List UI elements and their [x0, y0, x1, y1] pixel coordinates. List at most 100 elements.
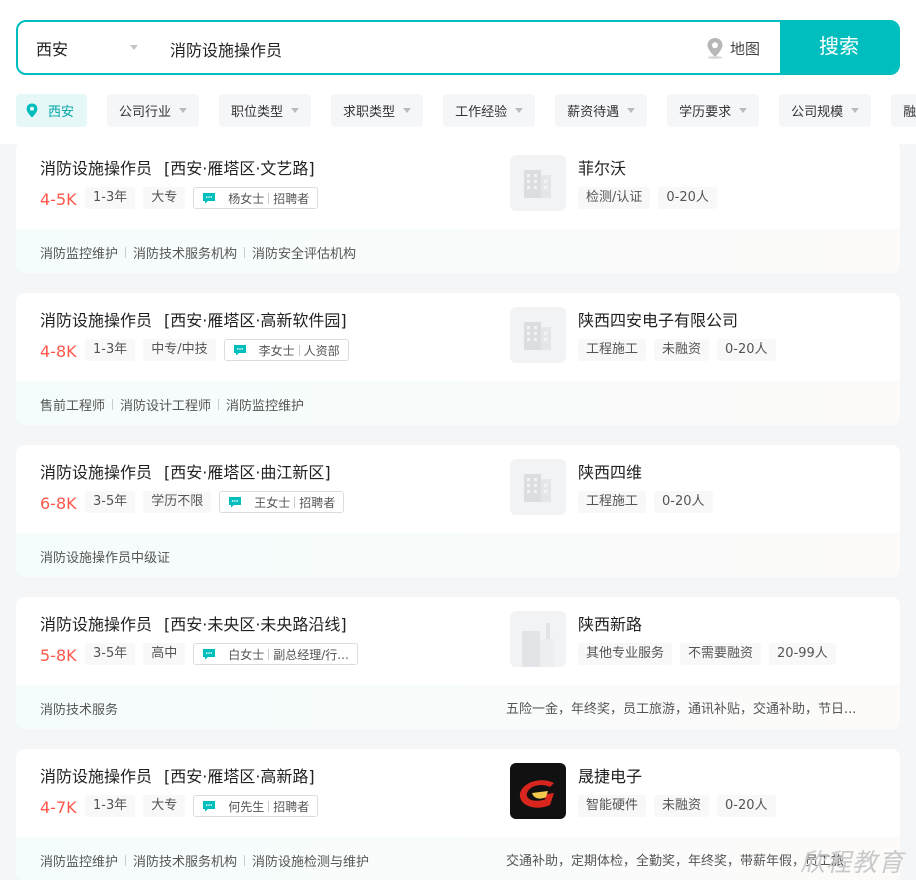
chat-icon [203, 193, 216, 204]
company-tag: 0-20人 [654, 491, 713, 513]
skill-tag: 消防技术服务机构 [133, 247, 238, 262]
chevron-down-icon [739, 108, 748, 113]
recruiter-role: 副总经理/行... [273, 647, 349, 662]
job-salary: 4-7K [40, 798, 77, 817]
recruiter-role: 招聘者 [273, 191, 310, 206]
job-title[interactable]: 消防设施操作员 [西安·未央区·未央路沿线] [40, 611, 347, 635]
experience-tag: 1-3年 [85, 795, 136, 817]
company-logo[interactable] [510, 307, 566, 363]
job-area: [西安·未央区·未央路沿线] [164, 615, 347, 634]
filter-label: 西安 [48, 105, 75, 120]
company-logo[interactable] [510, 459, 566, 515]
job-card-footer: 售前工程师 消防设计工程师 消防监控维护 [16, 381, 900, 425]
company-tag: 工程施工 [578, 491, 647, 513]
chat-icon [203, 801, 216, 812]
recruiter-name: 王女士 [254, 495, 291, 510]
company-logo-icon [510, 763, 566, 819]
separator [112, 399, 114, 410]
recruiter-chat[interactable]: 白女士 副总经理/行... [193, 643, 358, 665]
company-logo[interactable] [510, 611, 566, 667]
filter-chip[interactable]: 公司规模 [779, 94, 872, 127]
recruiter-name: 杨女士 [228, 191, 265, 206]
building-icon [524, 170, 551, 198]
filter-chip[interactable]: 公司行业 [107, 94, 200, 127]
separator [218, 399, 220, 410]
company-name[interactable]: 陕西四安电子有限公司 [578, 307, 738, 331]
job-card[interactable]: 消防设施操作员 [西安·雁塔区·高新路] 4-7K 1-3年 大专 何先生 招聘者 晟捷电子智… [16, 749, 900, 880]
search-header: 西安 消防设施操作员 地图 搜索 西安 公司行业 职位类型 求职类型 工作经验 薪资待遇学… [0, 0, 916, 144]
search-input[interactable]: 消防设施操作员 [170, 37, 282, 61]
company-tag: 20-99人 [769, 643, 836, 665]
job-title[interactable]: 消防设施操作员 [西安·雁塔区·曲江新区] [40, 459, 331, 483]
company-tag: 智能硬件 [578, 795, 647, 817]
company-name[interactable]: 菲尔沃 [578, 155, 626, 179]
job-card[interactable]: 消防设施操作员 [西安·雁塔区·文艺路] 4-5K 1-3年 大专 杨女士 招聘者 菲尔沃 检测… [16, 141, 900, 273]
map-button[interactable]: 地图 [706, 37, 760, 59]
company-tag: 其他专业服务 [578, 643, 673, 665]
degree-tag: 大专 [143, 795, 186, 817]
filter-label: 职位类型 [231, 105, 284, 120]
company-name[interactable]: 晟捷电子 [578, 763, 642, 787]
job-card[interactable]: 消防设施操作员 [西安·雁塔区·高新软件园] 4-8K 1-3年 中专/中技 李女士 人资部… [16, 293, 900, 425]
job-area: [西安·雁塔区·高新路] [164, 767, 315, 786]
company-name[interactable]: 陕西四维 [578, 459, 642, 483]
chat-icon [203, 649, 216, 660]
city-select[interactable]: 西安 [36, 36, 68, 60]
building-icon [524, 322, 551, 350]
job-name: 消防设施操作员 [40, 311, 153, 330]
job-card[interactable]: 消防设施操作员 [西安·雁塔区·曲江新区] 6-8K 3-5年 学历不限 王女士 招聘者 陕西… [16, 445, 900, 577]
location-icon [26, 103, 38, 118]
filter-chip[interactable]: 学历要求 [667, 94, 760, 127]
job-area: [西安·雁塔区·曲江新区] [164, 463, 331, 482]
separator [268, 648, 270, 660]
filter-chip[interactable]: 求职类型 [331, 94, 424, 127]
separator [294, 496, 296, 508]
skill-tag: 消防设计工程师 [120, 399, 212, 414]
company-logo[interactable] [510, 763, 566, 819]
filter-chip[interactable]: 职位类型 [219, 94, 312, 127]
filter-chip[interactable]: 工作经验 [443, 94, 536, 127]
recruiter-name: 白女士 [228, 647, 265, 662]
skill-tag: 消防安全评估机构 [252, 247, 357, 262]
recruiter-chat[interactable]: 李女士 人资部 [223, 339, 349, 361]
job-title[interactable]: 消防设施操作员 [西安·雁塔区·高新路] [40, 763, 315, 787]
recruiter-chat[interactable]: 杨女士 招聘者 [193, 187, 319, 209]
job-title[interactable]: 消防设施操作员 [西安·雁塔区·文艺路] [40, 155, 315, 179]
filter-chip[interactable]: 薪资待遇 [555, 94, 648, 127]
job-card-footer: 消防监控维护 消防技术服务机构 消防设施检测与维护 交通补助，定期体检，全勤奖，年终奖… [16, 837, 900, 880]
experience-tag: 3-5年 [85, 643, 136, 665]
company-tag: 未融资 [654, 339, 710, 361]
job-salary: 6-8K [40, 494, 77, 513]
filter-label: 薪资待遇 [567, 105, 620, 120]
company-tag: 0-20人 [717, 339, 776, 361]
filter-city[interactable]: 西安 [16, 94, 88, 127]
separator [268, 800, 270, 812]
building-icon [524, 474, 551, 502]
recruiter-role: 人资部 [303, 343, 340, 358]
company-name[interactable]: 陕西新路 [578, 611, 642, 635]
job-card[interactable]: 消防设施操作员 [西安·未央区·未央路沿线] 5-8K 3-5年 高中 白女士 副总经理/行… [16, 597, 900, 729]
job-salary: 4-8K [40, 342, 77, 361]
chevron-down-icon [291, 108, 300, 113]
recruiter-role: 招聘者 [299, 495, 336, 510]
filter-chip[interactable]: 融 [891, 94, 916, 127]
skill-tag: 消防监控维护 [40, 855, 119, 870]
job-name: 消防设施操作员 [40, 159, 153, 178]
chevron-down-icon[interactable] [130, 45, 138, 50]
separator [268, 192, 270, 204]
job-card-footer: 消防监控维护 消防技术服务机构 消防安全评估机构 [16, 229, 900, 273]
recruiter-chat[interactable]: 王女士 招聘者 [219, 491, 345, 513]
job-salary: 5-8K [40, 646, 77, 665]
filter-label: 学历要求 [679, 105, 732, 120]
degree-tag: 学历不限 [143, 491, 212, 513]
skill-tag: 售前工程师 [40, 399, 106, 414]
map-label: 地图 [730, 39, 761, 58]
filter-label: 公司行业 [119, 105, 172, 120]
company-logo[interactable] [510, 155, 566, 211]
map-pin-icon [707, 38, 723, 59]
recruiter-chat[interactable]: 何先生 招聘者 [193, 795, 319, 817]
job-title[interactable]: 消防设施操作员 [西安·雁塔区·高新软件园] [40, 307, 347, 331]
search-bar: 西安 消防设施操作员 地图 搜索 [16, 20, 900, 75]
job-area: [西安·雁塔区·高新软件园] [164, 311, 347, 330]
search-button[interactable]: 搜索 [780, 22, 898, 73]
